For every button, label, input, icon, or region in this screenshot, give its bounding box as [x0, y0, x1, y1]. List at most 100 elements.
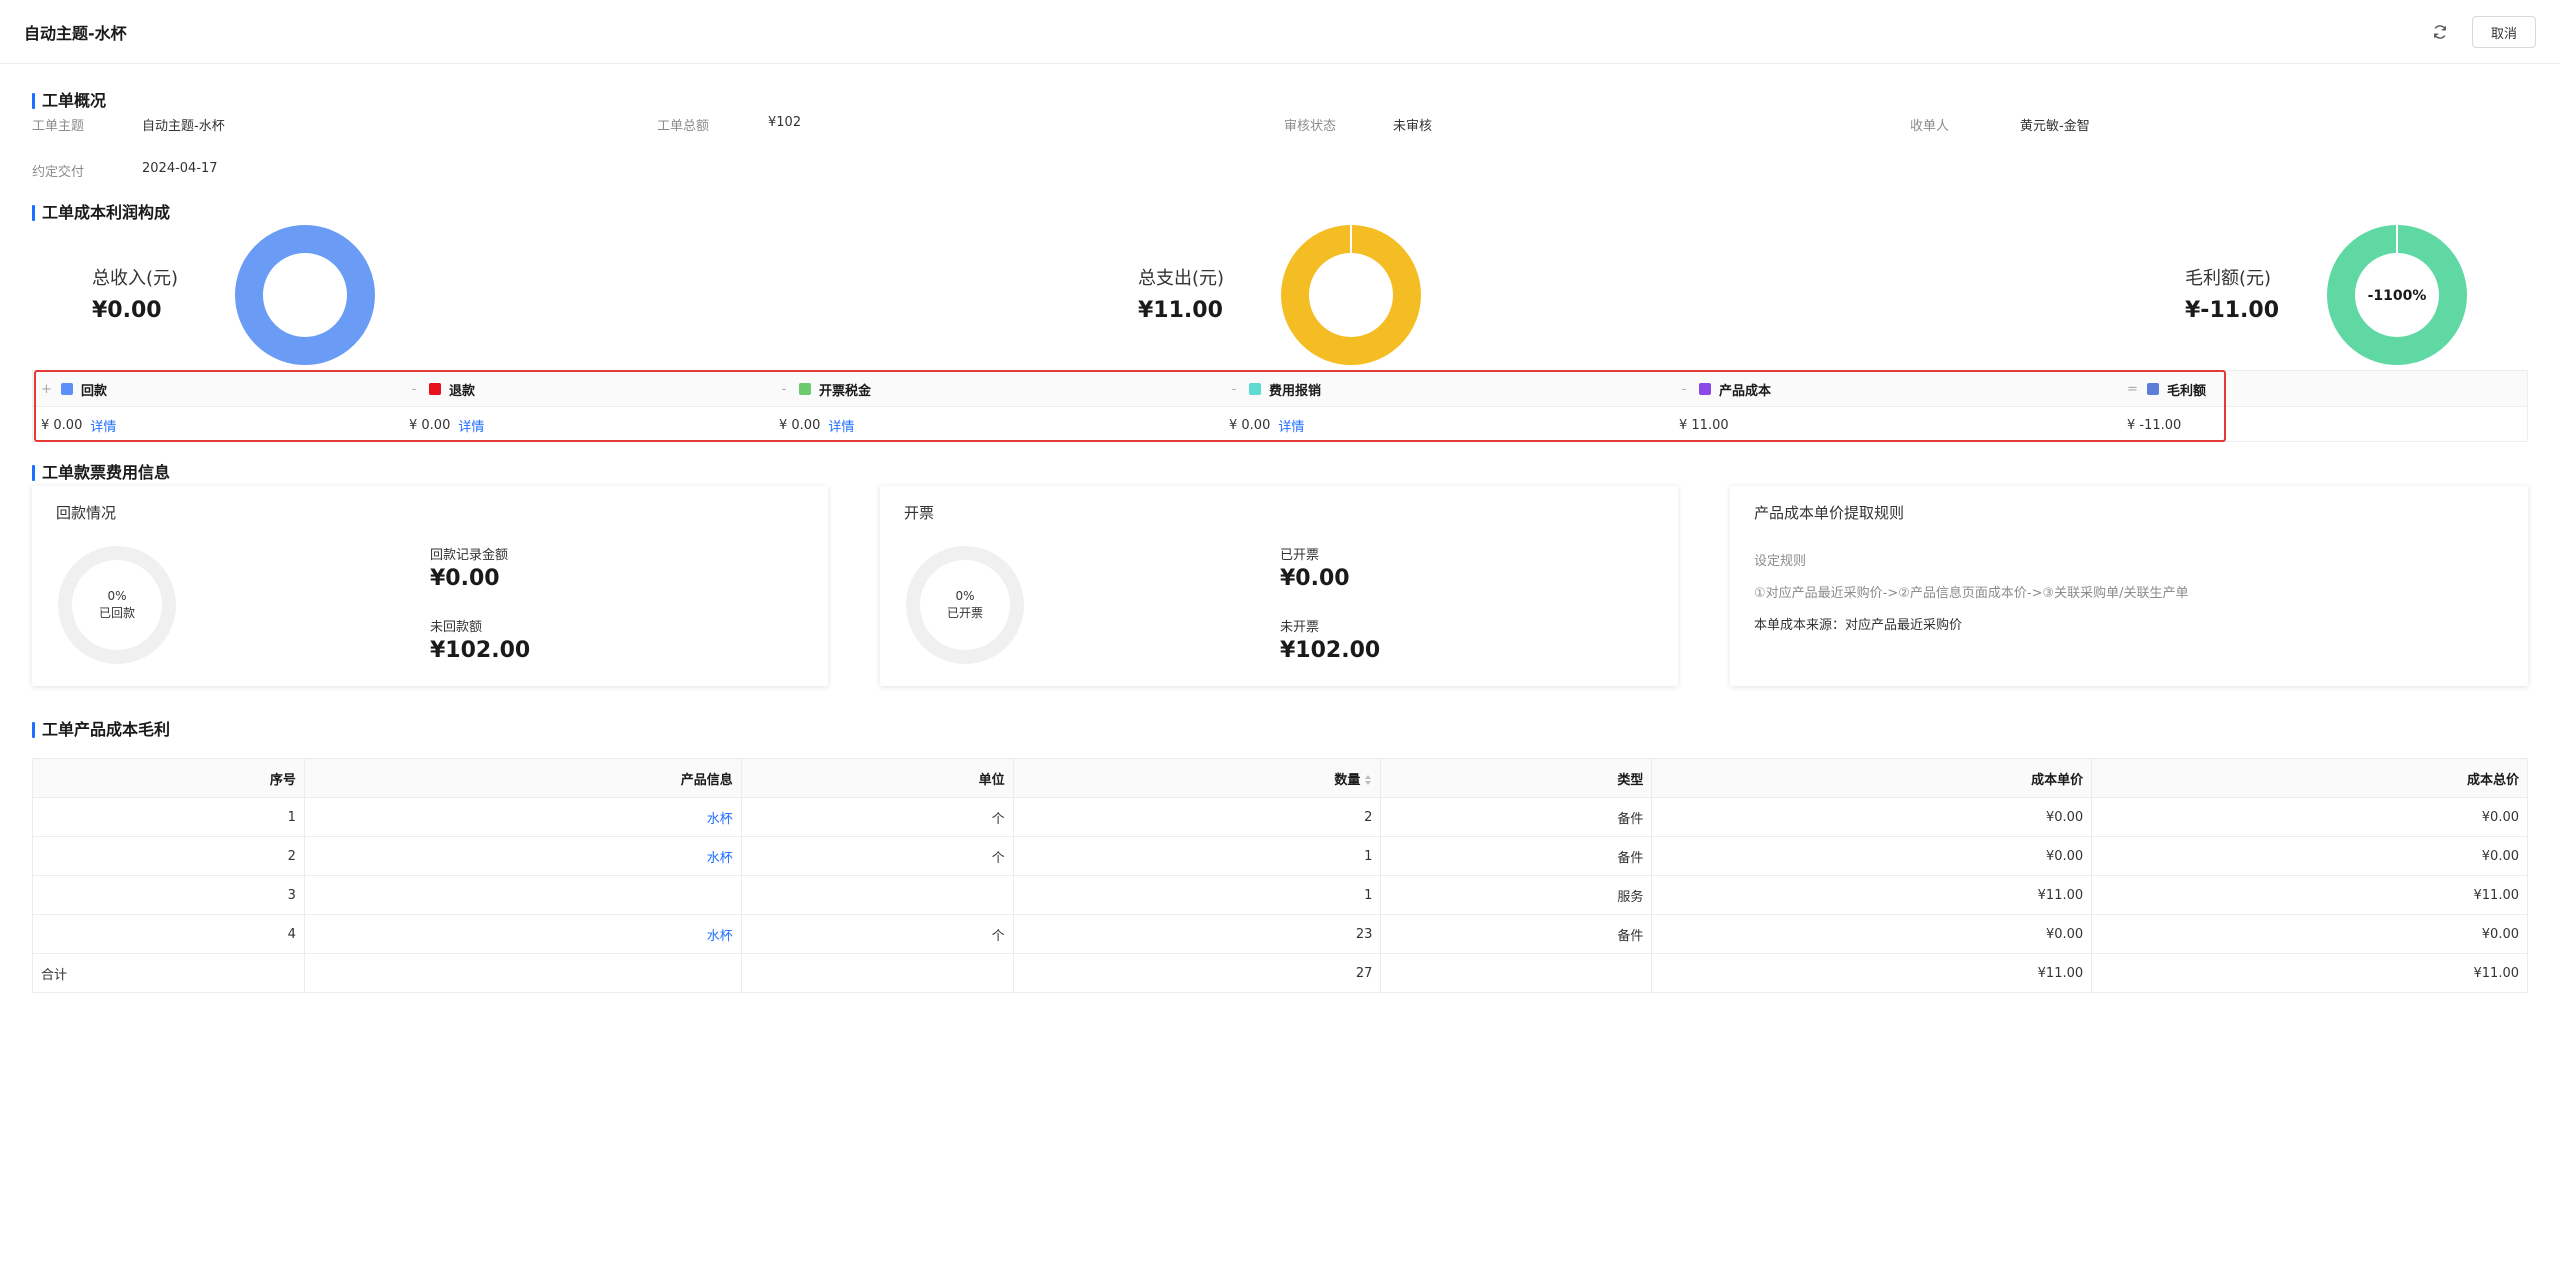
invoice-ring-label: 已开票	[946, 606, 983, 620]
expense-donut-ring	[1281, 225, 1421, 365]
product-cost-table: 序号 产品信息 单位 数量 类型 成本单价 成本总价 1 水杯 个 2 备件 ¥…	[32, 758, 2528, 993]
products-section-title: 工单产品成本毛利	[32, 720, 170, 740]
invoice-issued-label: 已开票	[1280, 548, 1320, 563]
total-type	[1380, 953, 1653, 993]
column-header-index: 序号	[32, 758, 305, 798]
cell-total-cost: ¥0.00	[2091, 797, 2528, 837]
cell-type: 服务	[1380, 875, 1653, 915]
collection-ring-label: 已回款	[98, 606, 135, 620]
invoice-unissued-label: 未开票	[1280, 620, 1320, 635]
field-label-subject: 工单主题	[32, 119, 85, 134]
field-value-total: ¥102	[768, 115, 802, 130]
collection-pending-value: ¥102.00	[430, 638, 531, 663]
cost-rule-description: ①对应产品最近采购价->②产品信息页面成本价->③关联采购单/关联生产单	[1754, 586, 2189, 601]
sort-icon[interactable]	[1364, 774, 1372, 786]
refresh-button[interactable]	[2428, 20, 2452, 44]
invoice-card-title: 开票	[904, 504, 935, 522]
gross-profit-donut-chart: -1100%	[2327, 225, 2467, 365]
cell-index: 2	[32, 836, 305, 876]
invoice-ring-percent: 0%	[955, 589, 975, 603]
total-unit-cost: ¥11.00	[1651, 953, 2093, 993]
table-row: 1 水杯 个 2 备件 ¥0.00 ¥0.00	[32, 797, 2528, 837]
legend-highlight-frame	[34, 370, 2226, 442]
table-total-row: 合计 27 ¥11.00 ¥11.00	[32, 953, 2528, 993]
cell-index: 4	[32, 914, 305, 954]
field-value-delivery: 2024-04-17	[142, 161, 218, 176]
total-cost: ¥11.00	[2091, 953, 2528, 993]
table-header-row: 序号 产品信息 单位 数量 类型 成本单价 成本总价	[32, 758, 2528, 798]
cell-unit-cost: ¥11.00	[1651, 875, 2093, 915]
column-header-quantity-label: 数量	[1334, 772, 1361, 788]
cell-type: 备件	[1380, 836, 1653, 876]
cell-quantity: 1	[1012, 875, 1382, 915]
cell-product-link[interactable]: 水杯	[303, 797, 742, 837]
total-unit	[740, 953, 1014, 993]
cell-total-cost: ¥11.00	[2091, 875, 2528, 915]
table-row: 4 水杯 个 23 备件 ¥0.00 ¥0.00	[32, 914, 2528, 954]
collection-recorded-value: ¥0.00	[430, 566, 500, 591]
cell-type: 备件	[1380, 914, 1653, 954]
income-label: 总收入(元)	[92, 268, 179, 289]
cell-product-link[interactable]: 水杯	[303, 914, 742, 954]
field-label-review-status: 审核状态	[1284, 119, 1337, 134]
cell-quantity: 2	[1012, 797, 1382, 837]
table-row: 2 水杯 个 1 备件 ¥0.00 ¥0.00	[32, 836, 2528, 876]
field-value-review-status: 未审核	[1393, 119, 1433, 134]
income-donut-ring	[235, 225, 375, 365]
field-value-receiver: 黄元敏-金智	[2020, 119, 2090, 134]
income-value: ¥0.00	[92, 298, 162, 323]
field-label-receiver: 收单人	[1910, 119, 1950, 134]
total-quantity: 27	[1012, 953, 1382, 993]
total-label: 合计	[32, 953, 305, 993]
cell-product-link	[303, 875, 742, 915]
collection-ring: 0% 已回款	[56, 544, 178, 666]
cost-rule-source: 本单成本来源：对应产品最近采购价	[1754, 618, 1963, 633]
invoice-ring-text: 0% 已开票	[904, 544, 1026, 666]
cost-rule-subtitle: 设定规则	[1754, 554, 1807, 569]
invoice-card: 开票 0% 已开票 已开票 ¥0.00 未开票 ¥102.00	[880, 486, 1678, 686]
column-header-product: 产品信息	[303, 758, 742, 798]
invoice-unissued-value: ¥102.00	[1280, 638, 1381, 663]
cell-unit	[740, 875, 1014, 915]
cell-quantity: 1	[1012, 836, 1382, 876]
cell-type: 备件	[1380, 797, 1653, 837]
expense-label: 总支出(元)	[1138, 268, 1225, 289]
collection-card: 回款情况 0% 已回款 回款记录金额 ¥0.00 未回款额 ¥102.00	[32, 486, 828, 686]
cell-unit-cost: ¥0.00	[1651, 797, 2093, 837]
collection-ring-text: 0% 已回款	[56, 544, 178, 666]
cell-index: 3	[32, 875, 305, 915]
field-value-subject: 自动主题-水杯	[142, 119, 225, 134]
expense-value: ¥11.00	[1138, 298, 1223, 323]
top-bar: 自动主题-水杯 取消	[0, 0, 2560, 64]
cell-unit: 个	[740, 797, 1014, 837]
invoice-issued-value: ¥0.00	[1280, 566, 1350, 591]
cancel-button[interactable]: 取消	[2472, 16, 2536, 48]
cost-rule-card: 产品成本单价提取规则 设定规则 ①对应产品最近采购价->②产品信息页面成本价->…	[1730, 486, 2528, 686]
collection-card-title: 回款情况	[56, 504, 117, 522]
collection-pending-label: 未回款额	[430, 620, 483, 635]
field-label-total: 工单总额	[657, 119, 710, 134]
page-title: 自动主题-水杯	[24, 24, 127, 43]
column-header-type: 类型	[1380, 758, 1653, 798]
cell-total-cost: ¥0.00	[2091, 914, 2528, 954]
cell-unit: 个	[740, 836, 1014, 876]
column-header-unit-cost: 成本单价	[1651, 758, 2093, 798]
cost-rule-card-title: 产品成本单价提取规则	[1754, 504, 1905, 522]
overview-section-title: 工单概况	[32, 91, 106, 111]
cell-unit: 个	[740, 914, 1014, 954]
column-header-unit: 单位	[740, 758, 1014, 798]
column-header-quantity[interactable]: 数量	[1012, 758, 1382, 798]
cell-product-link[interactable]: 水杯	[303, 836, 742, 876]
cell-unit-cost: ¥0.00	[1651, 836, 2093, 876]
collection-ring-percent: 0%	[107, 589, 127, 603]
income-donut-chart	[235, 225, 375, 365]
total-product	[303, 953, 742, 993]
payments-section-title: 工单款票费用信息	[32, 463, 170, 483]
collection-recorded-label: 回款记录金额	[430, 548, 509, 563]
column-header-total-cost: 成本总价	[2091, 758, 2528, 798]
invoice-ring: 0% 已开票	[904, 544, 1026, 666]
field-label-delivery: 约定交付	[32, 165, 85, 180]
cell-total-cost: ¥0.00	[2091, 836, 2528, 876]
gross-profit-label: 毛利额(元)	[2185, 268, 2272, 289]
gross-profit-value: ¥-11.00	[2185, 298, 2280, 323]
